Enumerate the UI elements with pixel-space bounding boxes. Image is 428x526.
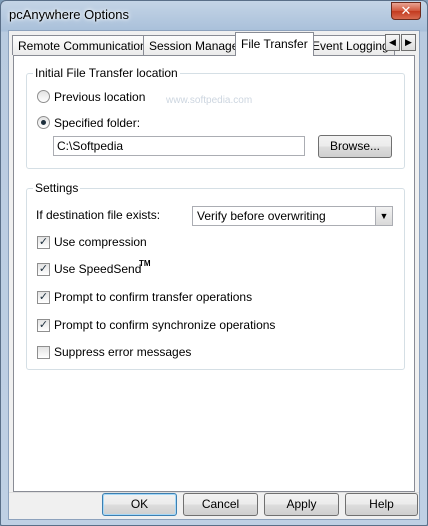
tab-scroll-left-icon[interactable]: ◀	[385, 34, 400, 51]
settings-group: Settings If destination file exists: Ver…	[26, 181, 405, 370]
ok-button[interactable]: OK	[102, 493, 177, 516]
folder-path-input[interactable]: C:\Softpedia	[53, 136, 305, 156]
file-transfer-panel: www.softpedia.com Initial File Transfer …	[13, 55, 415, 492]
tab-strip: Remote Communications Session Manager Fi…	[9, 31, 419, 56]
confirm-transfer-label[interactable]: Prompt to confirm transfer operations	[54, 290, 252, 304]
options-window: pcAnywhere Options ✕ Remote Communicatio…	[0, 0, 428, 526]
previous-location-radio[interactable]	[37, 90, 50, 103]
trademark-mark: TM	[139, 259, 151, 268]
use-compression-checkbox[interactable]: ✓	[37, 236, 50, 249]
dialog-client-area: Remote Communications Session Manager Fi…	[8, 30, 420, 520]
dest-exists-select[interactable]: Verify before overwriting ▼	[192, 206, 393, 226]
use-compression-label[interactable]: Use compression	[54, 235, 147, 249]
confirm-synchronize-checkbox[interactable]: ✓	[37, 319, 50, 332]
chevron-down-icon[interactable]: ▼	[375, 207, 392, 225]
dest-exists-label: If destination file exists:	[36, 208, 161, 222]
window-title: pcAnywhere Options	[9, 7, 129, 22]
previous-location-label[interactable]: Previous location	[54, 90, 145, 104]
use-speedsend-label[interactable]: Use SpeedSend	[54, 262, 141, 276]
specified-folder-radio[interactable]	[37, 116, 50, 129]
use-speedsend-checkbox[interactable]: ✓	[37, 263, 50, 276]
suppress-errors-label[interactable]: Suppress error messages	[54, 345, 191, 359]
settings-group-title: Settings	[33, 181, 81, 195]
title-bar[interactable]: pcAnywhere Options ✕	[1, 1, 427, 28]
suppress-errors-checkbox[interactable]	[37, 346, 50, 359]
location-group-title: Initial File Transfer location	[33, 66, 180, 80]
tab-event-logging[interactable]: Event Logging	[306, 35, 395, 55]
location-group: Initial File Transfer location Previous …	[26, 66, 405, 169]
help-button[interactable]: Help	[345, 493, 418, 516]
close-icon[interactable]: ✕	[391, 2, 421, 20]
specified-folder-label[interactable]: Specified folder:	[54, 116, 140, 130]
tab-session-manager[interactable]: Session Manager	[143, 35, 249, 55]
confirm-synchronize-label[interactable]: Prompt to confirm synchronize operations	[54, 318, 275, 332]
confirm-transfer-checkbox[interactable]: ✓	[37, 291, 50, 304]
apply-button[interactable]: Apply	[264, 493, 339, 516]
browse-button[interactable]: Browse...	[318, 135, 392, 158]
tab-remote-communications[interactable]: Remote Communications	[12, 35, 159, 55]
cancel-button[interactable]: Cancel	[183, 493, 258, 516]
dest-exists-value: Verify before overwriting	[197, 209, 326, 223]
tab-file-transfer[interactable]: File Transfer	[235, 32, 314, 56]
tab-scroll-right-icon[interactable]: ▶	[401, 34, 416, 51]
